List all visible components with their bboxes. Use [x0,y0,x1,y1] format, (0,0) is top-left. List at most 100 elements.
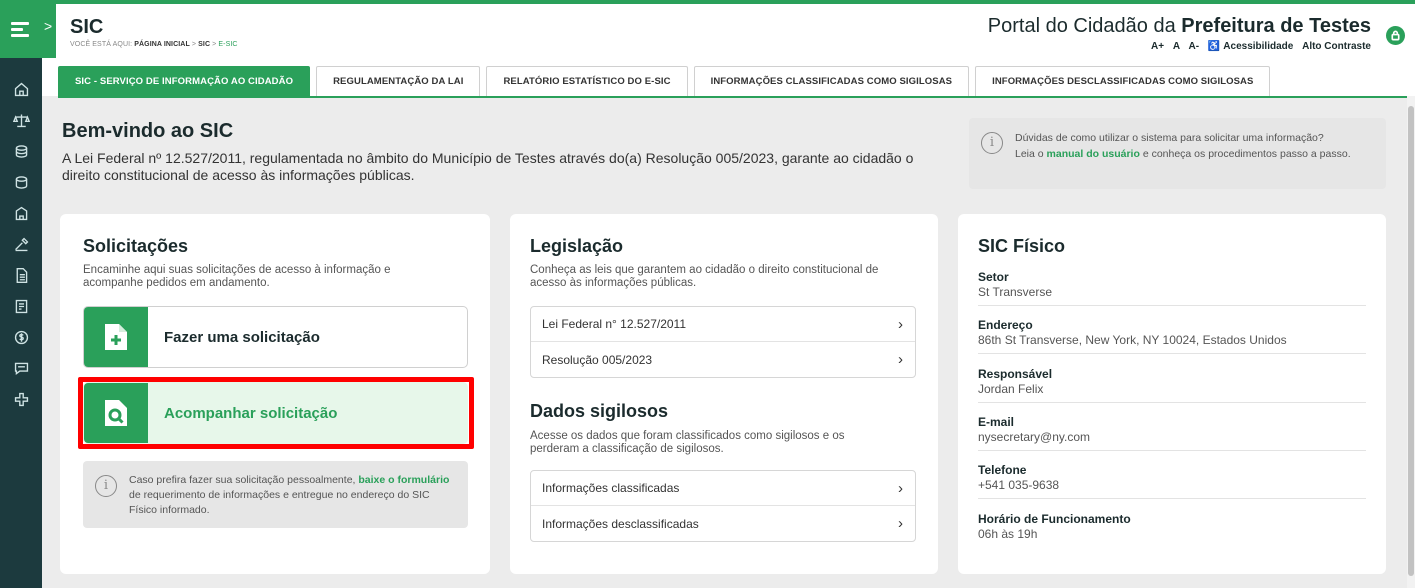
portal-title: Portal do Cidadão da Prefeitura de Teste… [988,15,1371,38]
highlight-box [78,377,474,449]
list-item-label: Informações desclassificadas [542,516,699,531]
lock-icon [1391,30,1400,41]
field-value: Jordan Felix [978,382,1044,396]
field-label: Endereço [978,318,1033,332]
sigilosos-desc-line2: perderam a classificação de sigilosos. [530,443,724,455]
breadcrumb-home[interactable]: PÁGINA INICIAL [134,41,190,48]
rail-building[interactable] [0,198,42,229]
solicitacoes-desc-line2: acompanhe pedidos em andamento. [83,277,270,289]
legislacao-title: Legislação [530,236,624,256]
report-icon [15,299,27,314]
home-icon [14,82,28,97]
rail-document[interactable] [0,260,42,291]
breadcrumb-current: E-SIC [218,41,238,48]
tools-icon [14,237,28,252]
sic-fisico-card: SIC Físico Setor St Transverse Endereço … [958,214,1386,574]
info-icon: i [95,475,117,497]
solicitacoes-desc: Encaminhe aqui suas solicitações de aces… [83,264,390,290]
font-increase-button[interactable]: A+ [1151,41,1164,52]
scale-icon [12,114,30,128]
field-label: E-mail [978,415,1015,429]
tab-desclassificadas[interactable]: INFORMAÇÕES DESCLASSIFICADAS COMO SIGILO… [975,66,1271,96]
money-stack-icon [15,176,27,189]
scrollbar-thumb[interactable] [1408,106,1414,576]
field-label: Telefone [978,463,1027,477]
field-value: nysecretary@ny.com [978,430,1090,444]
sigilosos-title: Dados sigilosos [530,401,669,421]
portal-name: Prefeitura de Testes [1181,15,1371,37]
tab-classificadas[interactable]: INFORMAÇÕES CLASSIFICADAS COMO SIGILOSAS [693,66,970,96]
field-endereco: Endereço 86th St Transverse, New York, N… [978,318,1366,354]
rail-money[interactable] [0,167,42,198]
menu-toggle[interactable]: > [0,0,56,58]
rail-tools[interactable] [0,229,42,260]
breadcrumb-prefix: VOCÊ ESTÁ AQUI: [70,41,133,48]
help-text: Dúvidas de como utilizar o sistema para … [1015,130,1365,162]
rail-finance[interactable] [0,322,42,353]
list-item-label: Lei Federal n° 12.527/2011 [542,317,687,331]
field-setor: Setor St Transverse [978,270,1366,306]
help-box: i Dúvidas de como utilizar o sistema par… [969,118,1386,189]
field-label: Responsável [978,367,1053,381]
rail-balance[interactable] [0,105,42,136]
list-item-lei-federal[interactable]: Lei Federal n° 12.527/2011 › [531,307,915,342]
field-value: St Transverse [978,285,1053,299]
field-value: +541 035-9638 [978,478,1060,492]
accessibility-icon: ♿ [1207,41,1221,52]
font-decrease-button[interactable]: A- [1188,41,1199,52]
settings-badge[interactable] [1386,26,1405,45]
list-item-resolucao[interactable]: Resolução 005/2023 › [531,342,915,377]
chat-icon [14,362,28,375]
tab-sic[interactable]: SIC - SERVIÇO DE INFORMAÇÃO AO CIDADÃO [58,66,311,96]
rail-chat[interactable] [0,353,42,384]
download-form-link[interactable]: baixe o formulário [358,474,449,486]
chevron-right-icon: › [898,515,903,532]
field-label: Horário de Funcionamento [978,512,1131,526]
sigilosos-list: Informações classificadas › Informações d… [530,470,916,542]
welcome-text: A Lei Federal nº 12.527/2011, regulament… [62,150,914,183]
chevron-right-icon: > [44,18,53,34]
accessibility-bar: A+ A A- ♿ Acessibilidade Alto Contraste [1145,41,1371,52]
breadcrumb-sep: > [191,41,197,48]
field-horario: Horário de Funcionamento 06h às 19h [978,512,1366,547]
document-icon [16,268,27,283]
chevron-right-icon: › [898,479,903,497]
list-item-label: Informações classificadas [542,481,680,495]
tab-bar: SIC - SERVIÇO DE INFORMAÇÃO AO CIDADÃO R… [58,66,1276,96]
field-telefone: Telefone +541 035-9638 [978,463,1366,499]
coins-icon [15,145,27,158]
rail-report[interactable] [0,291,42,322]
chevron-right-icon: › [898,315,903,333]
breadcrumb-sep: > [212,41,217,48]
list-item-desclassificadas[interactable]: Informações desclassificadas › [531,506,915,541]
field-value: 06h às 19h [978,527,1038,541]
font-normal-button[interactable]: A [1173,41,1180,52]
rail-coins[interactable] [0,136,42,167]
legislacao-desc: Conheça as leis que garantem ao cidadão … [530,264,878,290]
welcome-title: Bem-vindo ao SIC [62,120,234,142]
list-item-classificadas[interactable]: Informações classificadas › [531,471,915,506]
field-value: 86th St Transverse, New York, NY 10024, … [978,333,1287,347]
tab-regulamentacao[interactable]: REGULAMENTAÇÃO DA LAI [316,66,481,96]
breadcrumb-sic[interactable]: SIC [198,41,210,48]
personal-request-box: i Caso prefira fazer sua solicitação pes… [83,461,468,528]
help-rest: e conheça os procedimentos passo a passo… [1142,148,1351,160]
new-request-button[interactable]: Fazer uma solicitação [83,306,468,368]
tab-relatorio[interactable]: RELATÓRIO ESTATÍSTICO DO E-SIC [486,66,688,96]
building-icon [15,206,27,221]
new-request-label: Fazer uma solicitação [164,328,320,346]
hamburger-icon [11,22,29,40]
rail-plus[interactable] [0,384,42,415]
high-contrast-link[interactable]: Alto Contraste [1302,41,1371,52]
header: SIC VOCÊ ESTÁ AQUI: PÁGINA INICIAL > SIC… [42,4,1415,98]
legislacao-card: Legislação Conheça as leis que garantem … [510,214,938,574]
accessibility-link[interactable]: Acessibilidade [1223,41,1293,52]
solicitacoes-title: Solicitações [83,236,189,256]
help-line1: Dúvidas de como utilizar o sistema para … [1015,132,1324,144]
scrollbar[interactable] [1407,96,1415,588]
new-request-icon-box [84,307,148,367]
help-leia: Leia o [1015,148,1044,160]
sic-fisico-title: SIC Físico [978,236,1066,256]
rail-home[interactable] [0,74,42,105]
user-manual-link[interactable]: manual do usuário [1047,148,1140,160]
